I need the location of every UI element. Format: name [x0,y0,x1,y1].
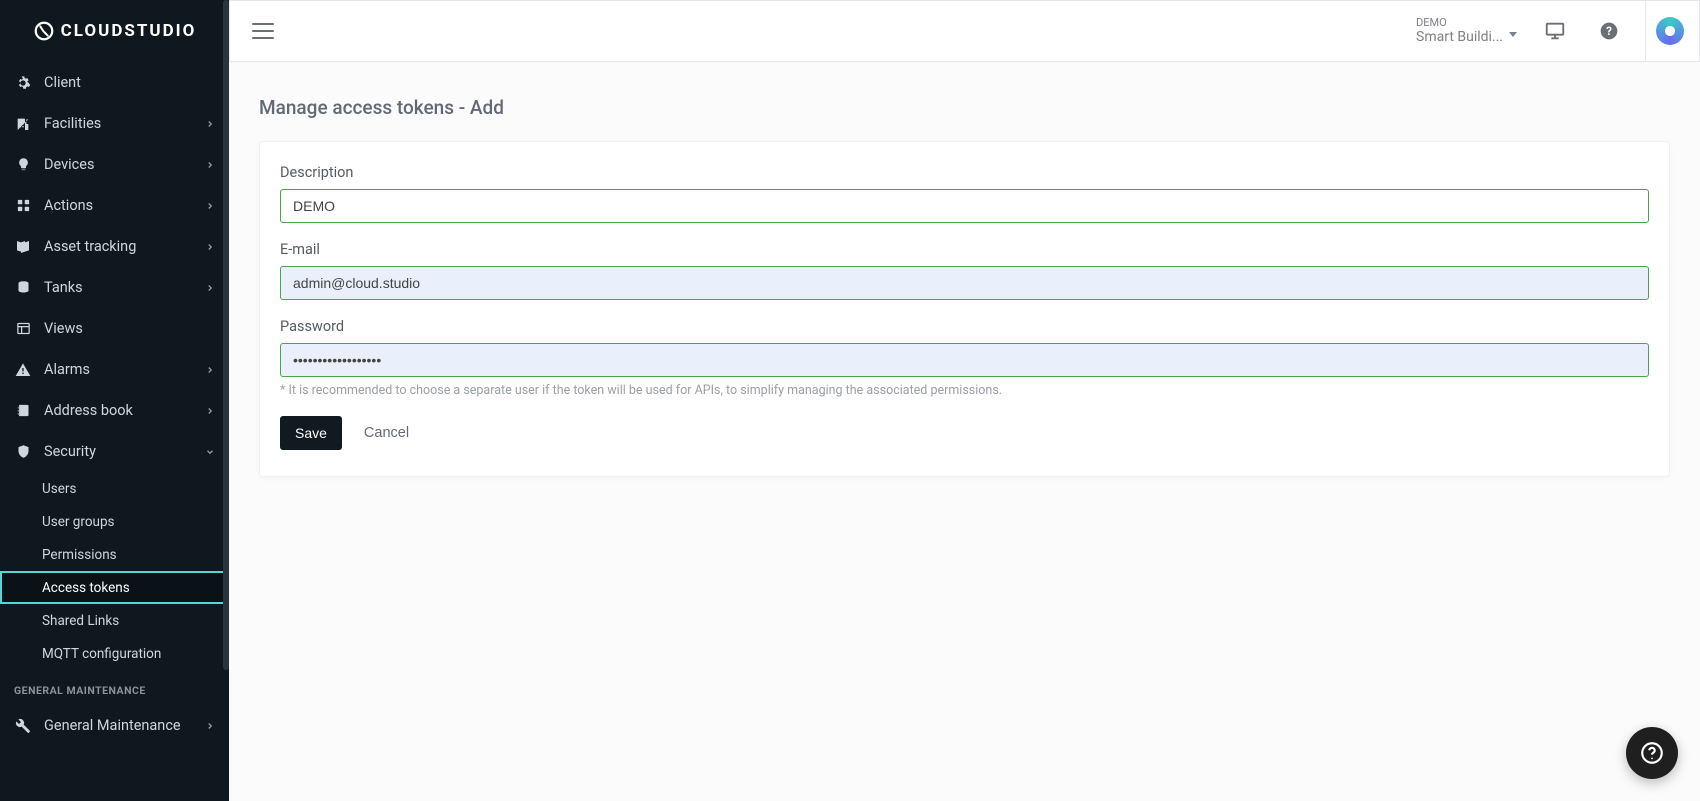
bulb-icon [14,156,32,174]
password-label: Password [280,318,1649,335]
sidebar-sub-shared-links[interactable]: Shared Links [0,604,229,637]
sidebar-item-client[interactable]: Client [0,62,229,103]
sidebar-item-devices[interactable]: Devices [0,144,229,185]
chevron-right-icon [205,242,215,252]
sidebar-sub-label: Users [42,481,76,497]
chevron-right-icon [205,283,215,293]
sidebar-sub-label: Access tokens [42,580,130,596]
logo-mark-icon [33,20,55,42]
sidebar-item-label: Client [44,74,81,91]
sidebar-item-label: Alarms [44,361,90,378]
shield-icon [14,443,32,461]
database-icon [14,279,32,297]
chevron-right-icon [205,201,215,211]
sidebar-item-label: Tanks [44,279,83,296]
page-title: Manage access tokens - Add [259,96,1670,119]
sidebar-item-actions[interactable]: Actions [0,185,229,226]
help-circle-icon: ? [1599,21,1619,41]
primary-nav: Client Facilities Devices [0,62,229,801]
sidebar-item-label: Views [44,320,83,337]
chevron-right-icon [205,365,215,375]
sidebar-item-asset-tracking[interactable]: Asset tracking [0,226,229,267]
chevron-right-icon [205,406,215,416]
sidebar-item-label: Actions [44,197,93,214]
sidebar-item-label: Facilities [44,115,101,132]
description-label: Description [280,164,1649,181]
sidebar-sub-users[interactable]: Users [0,472,229,505]
sidebar-item-alarms[interactable]: Alarms [0,349,229,390]
user-avatar-button[interactable] [1645,0,1693,62]
sidebar-sub-label: User groups [42,514,115,530]
description-input[interactable] [280,189,1649,223]
sidebar-item-facilities[interactable]: Facilities [0,103,229,144]
sidebar-sub-label: Shared Links [42,613,119,629]
map-icon [14,238,32,256]
display-button[interactable] [1533,9,1577,53]
brand-logo[interactable]: CLOUDSTUDIO [0,0,229,62]
tenant-switcher[interactable]: DEMO Smart Buildi... [1416,17,1517,46]
cancel-button[interactable]: Cancel [360,419,413,447]
main-area: DEMO Smart Buildi... ? Manage access tok… [229,0,1700,801]
form-card: Description E-mail Password * It is reco… [259,141,1670,477]
wrench-icon [14,717,32,735]
layout-icon [14,320,32,338]
topbar: DEMO Smart Buildi... ? [229,0,1700,62]
sidebar-section-general-maintenance: GENERAL MAINTENANCE [0,670,229,705]
sidebar-item-label: Asset tracking [44,238,136,255]
chevron-down-icon [205,447,215,457]
tenant-context: Smart Buildi... [1416,29,1503,45]
sidebar-item-label: Devices [44,156,94,173]
save-button[interactable]: Save [280,416,342,450]
content: Manage access tokens - Add Description E… [229,62,1700,517]
sidebar-sub-label: Permissions [42,547,117,563]
helper-text: * It is recommended to choose a separate… [280,383,1649,398]
chevron-right-icon [205,119,215,129]
sidebar-item-address-book[interactable]: Address book [0,390,229,431]
help-button[interactable]: ? [1587,9,1631,53]
sidebar-sub-mqtt[interactable]: MQTT configuration [0,637,229,670]
sidebar-item-label: Address book [44,402,133,419]
email-input[interactable] [280,266,1649,300]
sidebar-sub-user-groups[interactable]: User groups [0,505,229,538]
monitor-icon [1544,20,1566,42]
chevron-right-icon [205,721,215,731]
sidebar-item-security[interactable]: Security [0,431,229,472]
tenant-name: DEMO [1416,17,1447,30]
building-icon [14,115,32,133]
sidebar-item-general-maintenance[interactable]: General Maintenance [0,705,229,746]
sidebar-item-views[interactable]: Views [0,308,229,349]
sidebar: CLOUDSTUDIO Client Facilities Devices [0,0,229,801]
sidebar-sub-label: MQTT configuration [42,646,161,662]
floating-help-button[interactable] [1626,727,1678,779]
sidebar-sub-permissions[interactable]: Permissions [0,538,229,571]
contacts-icon [14,402,32,420]
sidebar-item-label: Security [44,443,96,460]
grid-icon [14,197,32,215]
hamburger-button[interactable] [248,16,278,46]
password-input[interactable] [280,343,1649,377]
gear-icon [14,74,32,92]
svg-text:?: ? [1606,24,1612,38]
alert-icon [14,361,32,379]
avatar-icon [1656,17,1684,45]
email-label: E-mail [280,241,1649,258]
sidebar-item-tanks[interactable]: Tanks [0,267,229,308]
help-circle-outline-icon [1639,740,1665,766]
caret-down-icon [1509,32,1517,37]
brand-name: CLOUDSTUDIO [61,21,197,41]
chevron-right-icon [205,160,215,170]
sidebar-sub-access-tokens[interactable]: Access tokens [0,571,229,604]
sidebar-item-label: General Maintenance [44,717,181,734]
